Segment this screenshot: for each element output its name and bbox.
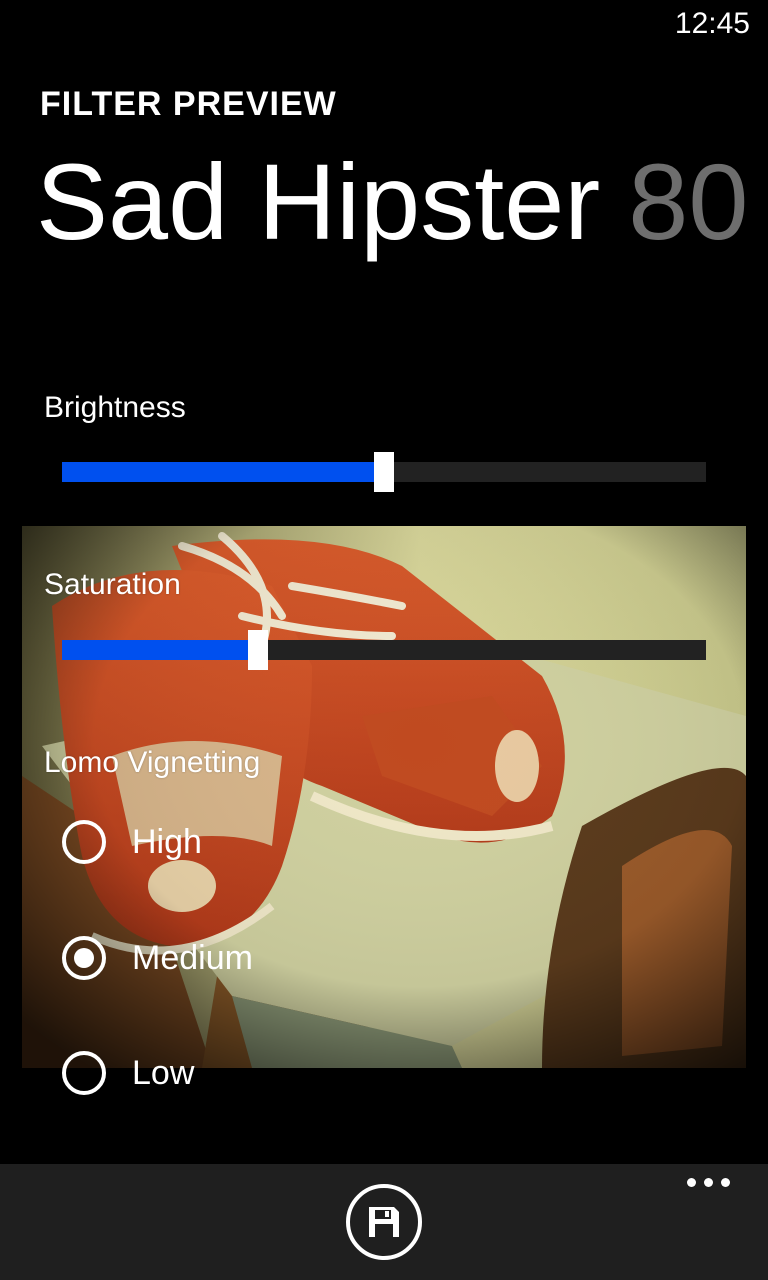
saturation-slider[interactable] xyxy=(62,630,706,670)
radio-button-icon[interactable] xyxy=(62,1051,106,1095)
radio-button-icon[interactable] xyxy=(62,936,106,980)
ellipsis-icon[interactable] xyxy=(687,1178,730,1187)
dot xyxy=(704,1178,713,1187)
saturation-label: Saturation xyxy=(44,568,181,601)
radio-low[interactable]: Low xyxy=(62,1047,194,1099)
slider-fill xyxy=(62,462,384,482)
status-time: 12:45 xyxy=(674,7,750,40)
dot xyxy=(721,1178,730,1187)
radio-button-icon[interactable] xyxy=(62,820,106,864)
slider-thumb[interactable] xyxy=(248,630,269,670)
radio-label: High xyxy=(132,823,202,861)
save-button[interactable] xyxy=(346,1184,422,1260)
app-bar xyxy=(0,1164,768,1280)
pivot-item-current[interactable]: Sad Hipster xyxy=(36,141,600,262)
app-title: FILTER PREVIEW xyxy=(40,85,337,123)
lomo-vignetting-label: Lomo Vignetting xyxy=(44,746,261,779)
slider-fill xyxy=(62,640,259,660)
radio-medium[interactable]: Medium xyxy=(62,932,253,984)
brightness-slider[interactable] xyxy=(62,452,706,492)
slider-thumb[interactable] xyxy=(374,452,394,492)
pivot-item-next[interactable]: 80 xyxy=(628,141,748,262)
radio-label: Medium xyxy=(132,939,253,977)
dot xyxy=(687,1178,696,1187)
radio-label: Low xyxy=(132,1054,195,1092)
radio-high[interactable]: High xyxy=(62,816,202,868)
pivot-header: Sad Hipster 80 xyxy=(36,140,748,264)
save-icon xyxy=(369,1207,399,1237)
filter-preview-photo xyxy=(22,526,746,1068)
brightness-label: Brightness xyxy=(44,391,186,424)
